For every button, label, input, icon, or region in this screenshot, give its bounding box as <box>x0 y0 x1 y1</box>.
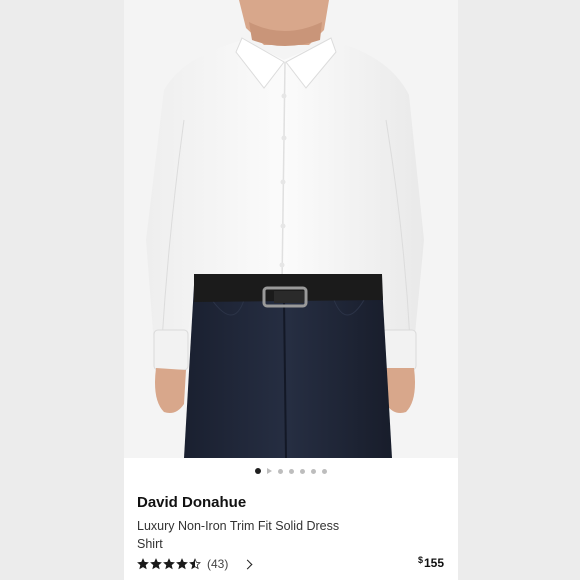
page-background-left <box>0 0 124 580</box>
carousel-dot[interactable] <box>322 468 327 474</box>
product-name[interactable]: Luxury Non-Iron Trim Fit Solid Dress Shi… <box>137 517 367 553</box>
carousel-dot[interactable] <box>289 468 294 474</box>
product-card[interactable]: David Donahue Luxury Non-Iron Trim Fit S… <box>124 0 458 580</box>
page-background-right <box>458 0 580 580</box>
star-icon <box>189 558 201 570</box>
carousel-dot[interactable] <box>278 468 283 474</box>
carousel-dot[interactable] <box>267 468 272 474</box>
currency-symbol: $ <box>417 555 423 565</box>
carousel-dot[interactable] <box>311 468 316 474</box>
carousel-dot[interactable] <box>300 468 305 474</box>
product-image[interactable] <box>124 0 458 458</box>
review-count: (43) <box>207 557 229 571</box>
star-icon <box>163 558 175 570</box>
star-icon <box>137 558 149 570</box>
star-icon <box>176 558 188 570</box>
rating-stars <box>137 558 201 570</box>
product-price: $155 <box>417 555 444 570</box>
chevron-right-icon[interactable] <box>242 559 253 569</box>
carousel-dot[interactable] <box>255 468 261 474</box>
product-rating[interactable]: (43) <box>137 556 253 572</box>
product-brand[interactable]: David Donahue <box>137 494 246 511</box>
carousel-indicator[interactable] <box>124 466 458 476</box>
price-value: 155 <box>423 556 444 570</box>
star-icon <box>150 558 162 570</box>
